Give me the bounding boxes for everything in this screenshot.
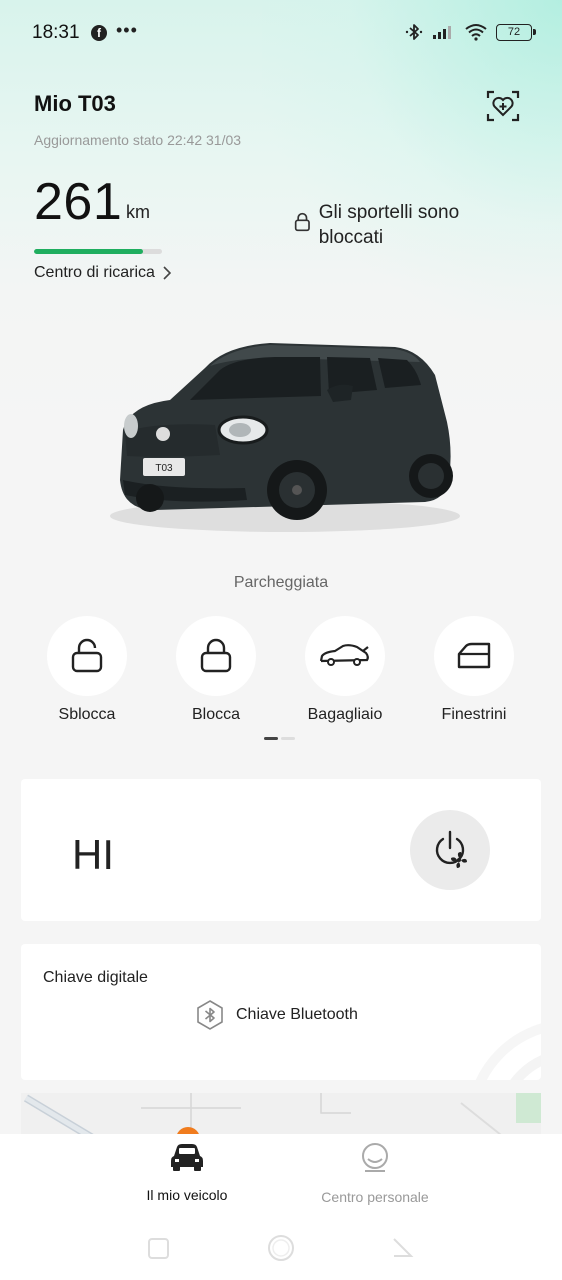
status-bar: 18:31 f ••• 72 xyxy=(0,0,562,66)
bluetooth-key[interactable]: Chiave Bluetooth xyxy=(196,1000,358,1030)
charging-center-label: Centro di ricarica xyxy=(34,264,155,281)
window-icon xyxy=(457,642,491,669)
health-check-icon[interactable] xyxy=(485,88,521,124)
range-progress-bar xyxy=(34,249,162,254)
status-time: 18:31 xyxy=(32,22,80,43)
greeting-text: HI xyxy=(72,831,114,878)
range-progress-fill xyxy=(34,249,143,254)
recent-apps-icon[interactable] xyxy=(148,1238,169,1259)
nav-personal-center[interactable]: Centro personale xyxy=(285,1142,465,1205)
system-navigation-bar xyxy=(148,1235,414,1261)
nav-my-vehicle[interactable]: Il mio veicolo xyxy=(97,1142,277,1203)
car-icon xyxy=(171,1144,203,1171)
profile-icon xyxy=(362,1143,388,1172)
vehicle-image: T03 xyxy=(110,343,460,532)
unlock-icon xyxy=(71,638,103,673)
unlock-label: Sblocca xyxy=(58,706,116,723)
door-lock-status: Gli sportelli sono bloccati xyxy=(294,200,494,250)
lock-label: Blocca xyxy=(191,706,241,723)
status-update-time: Aggiornamento stato 22:42 31/03 xyxy=(34,132,242,148)
vehicle-state: Parcheggiata xyxy=(233,574,329,591)
greeting-card: HI xyxy=(21,779,541,921)
lock-button[interactable]: Blocca xyxy=(176,616,256,723)
bluetooth-key-label: Chiave Bluetooth xyxy=(236,1006,358,1023)
facebook-icon: f xyxy=(91,25,107,41)
nav-personal-center-label: Centro personale xyxy=(321,1189,429,1205)
trunk-icon xyxy=(319,644,369,666)
digital-key-title: Chiave digitale xyxy=(43,969,148,986)
pager-dot-active xyxy=(264,737,278,740)
climate-power-icon xyxy=(435,830,467,868)
chevron-right-icon xyxy=(163,266,171,280)
windows-label: Finestrini xyxy=(441,706,507,723)
nav-my-vehicle-label: Il mio veicolo xyxy=(146,1187,228,1203)
range-unit: km xyxy=(126,202,150,222)
more-notifications-icon: ••• xyxy=(116,20,138,40)
charging-center-link[interactable]: Centro di ricarica xyxy=(34,264,171,282)
trunk-label: Bagagliaio xyxy=(307,706,383,723)
nfc-waves-icon xyxy=(475,1023,541,1080)
back-icon[interactable] xyxy=(393,1238,414,1257)
wifi-icon xyxy=(465,24,487,41)
unlock-button[interactable]: Sblocca xyxy=(47,616,127,723)
windows-button[interactable]: Finestrini xyxy=(434,616,514,723)
bluetooth-icon xyxy=(405,24,423,40)
license-plate: T03 xyxy=(155,463,173,474)
signal-icon xyxy=(433,26,451,39)
battery-icon: 72 xyxy=(496,23,536,41)
vehicle-name: Mio T03 xyxy=(34,91,116,116)
range-value: 261 xyxy=(34,173,123,231)
lock-icon xyxy=(200,638,232,673)
trunk-button[interactable]: Bagagliaio xyxy=(305,616,385,723)
padlock-icon xyxy=(294,212,310,232)
digital-key-card[interactable]: Chiave digitale Chiave Bluetooth xyxy=(21,944,541,1080)
bluetooth-key-icon xyxy=(197,1000,223,1030)
door-lock-status-text: Gli sportelli sono bloccati xyxy=(318,202,460,248)
pager-dot xyxy=(281,737,295,740)
climate-power-button[interactable] xyxy=(410,810,490,890)
actions-pager xyxy=(264,737,295,740)
